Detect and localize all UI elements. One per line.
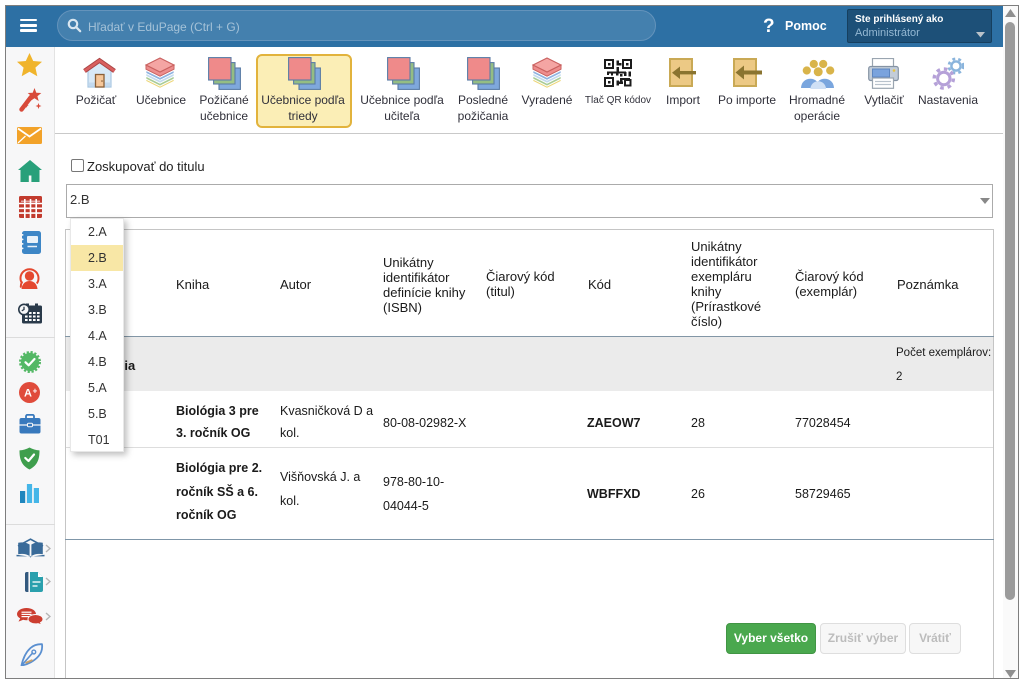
svg-text:A: A xyxy=(24,388,32,400)
svg-text:+: + xyxy=(33,387,38,396)
